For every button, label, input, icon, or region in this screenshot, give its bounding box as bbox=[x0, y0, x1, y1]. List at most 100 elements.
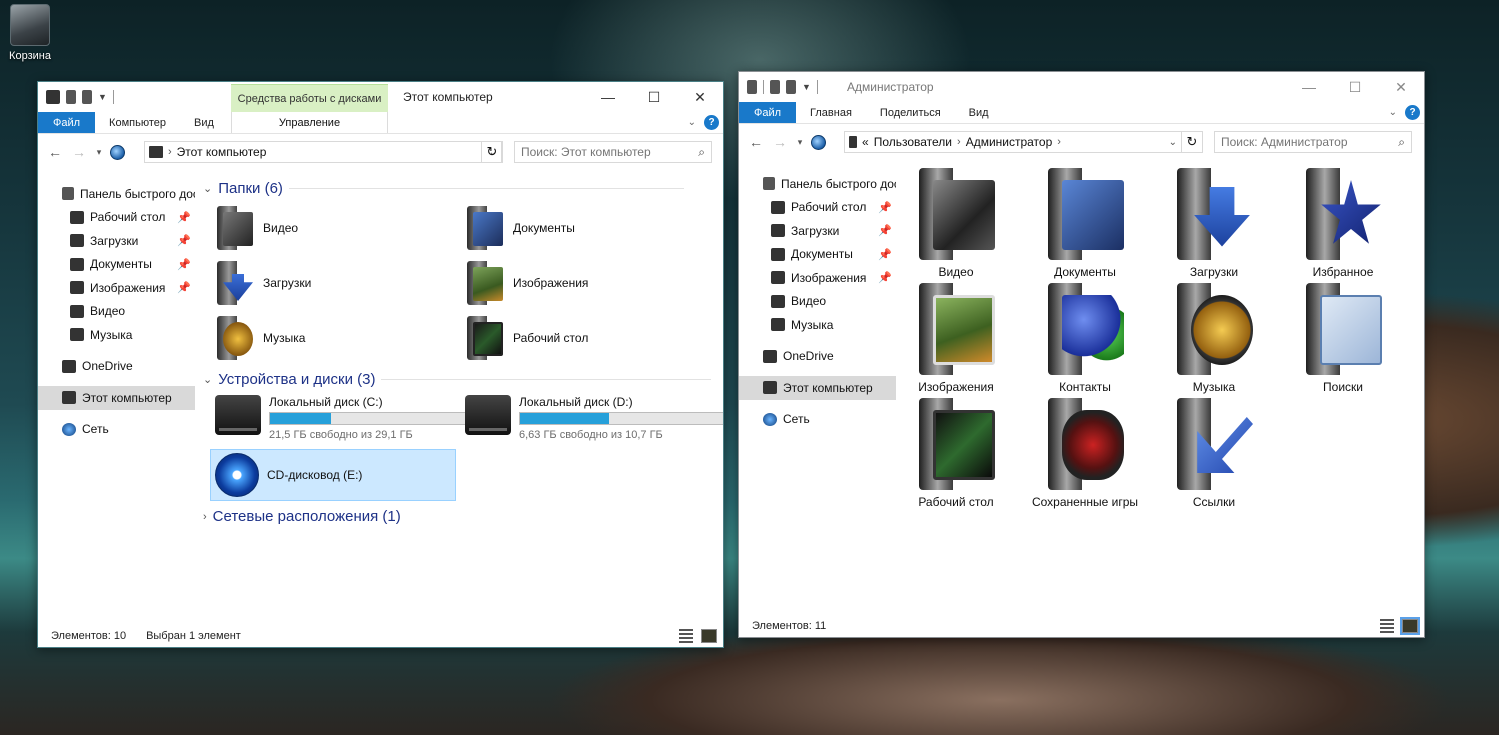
collapse-chevron-icon[interactable]: ⌄ bbox=[203, 182, 212, 195]
refresh-button[interactable]: ↻ bbox=[481, 141, 503, 163]
maximize-button[interactable]: ☐ bbox=[631, 82, 677, 112]
search-box[interactable]: ⌕ bbox=[1214, 131, 1412, 153]
breadcrumb-chevron-icon[interactable]: › bbox=[168, 146, 172, 158]
nav-onedrive[interactable]: OneDrive bbox=[739, 345, 896, 369]
nav-videos[interactable]: Видео bbox=[38, 300, 195, 324]
search-input[interactable] bbox=[521, 145, 699, 159]
grid-item-saved-games[interactable]: Сохраненные игры bbox=[1025, 398, 1145, 509]
collapse-chevron-icon[interactable]: ⌄ bbox=[203, 373, 212, 386]
search-icon[interactable]: ⌕ bbox=[698, 145, 705, 160]
nav-onedrive[interactable]: OneDrive bbox=[38, 355, 195, 379]
tab-manage[interactable]: Управление bbox=[231, 112, 388, 133]
nav-documents[interactable]: Документы 📌 bbox=[739, 243, 896, 267]
folder-item-downloads[interactable]: Загрузки bbox=[215, 261, 311, 305]
minimize-button[interactable]: — bbox=[585, 82, 631, 112]
search-icon[interactable]: ⌕ bbox=[1398, 135, 1405, 150]
grid-item-contacts[interactable]: Контакты bbox=[1025, 283, 1145, 394]
group-header-devices[interactable]: ⌄ Устройства и диски (3) bbox=[203, 371, 712, 388]
folder-item-pictures[interactable]: Изображения bbox=[465, 261, 588, 305]
nav-network[interactable]: Сеть bbox=[739, 408, 896, 432]
grid-item-documents[interactable]: Документы bbox=[1025, 168, 1145, 279]
folder-item-documents[interactable]: Документы bbox=[465, 206, 575, 250]
details-view-icon[interactable] bbox=[1380, 619, 1394, 633]
nav-network[interactable]: Сеть bbox=[38, 418, 195, 442]
new-folder-icon[interactable] bbox=[82, 90, 92, 104]
large-icons-view-icon[interactable] bbox=[1400, 617, 1420, 635]
nav-music[interactable]: Музыка bbox=[38, 323, 195, 347]
breadcrumb-users[interactable]: Пользователи bbox=[874, 135, 952, 149]
group-header-network[interactable]: › Сетевые расположения (1) bbox=[203, 508, 407, 525]
grid-item-favorites[interactable]: Избранное bbox=[1283, 168, 1403, 279]
recent-locations-chevron-icon[interactable]: ▾ bbox=[94, 147, 104, 158]
properties-icon[interactable] bbox=[66, 90, 76, 104]
large-icons-view-icon[interactable] bbox=[701, 629, 717, 643]
breadcrumb-chevron-icon[interactable]: › bbox=[1057, 136, 1061, 148]
help-icon[interactable]: ? bbox=[1405, 105, 1420, 120]
folder-item-desktop[interactable]: Рабочий стол bbox=[465, 316, 588, 360]
breadcrumb-overflow[interactable]: « bbox=[862, 135, 869, 149]
nav-this-pc[interactable]: Этот компьютер bbox=[739, 376, 896, 400]
tab-share[interactable]: Поделиться bbox=[866, 102, 955, 123]
address-history-chevron-icon[interactable]: ⌄ bbox=[1169, 137, 1177, 148]
nav-desktop[interactable]: Рабочий стол 📌 bbox=[38, 206, 195, 230]
refresh-button[interactable]: ↻ bbox=[1181, 131, 1203, 153]
nav-this-pc[interactable]: Этот компьютер bbox=[38, 386, 195, 410]
new-folder-icon[interactable] bbox=[786, 80, 796, 94]
expand-ribbon-chevron-icon[interactable]: ⌄ bbox=[688, 117, 696, 128]
title-bar[interactable]: ▼ Средства работы с дисками Этот компьют… bbox=[38, 82, 723, 112]
forward-arrow-icon[interactable]: → bbox=[70, 144, 88, 160]
close-button[interactable]: ✕ bbox=[677, 82, 723, 112]
back-arrow-icon[interactable]: ← bbox=[747, 134, 765, 150]
close-button[interactable]: ✕ bbox=[1378, 72, 1424, 102]
breadcrumb-chevron-icon[interactable]: › bbox=[957, 136, 961, 148]
nav-pictures[interactable]: Изображения 📌 bbox=[38, 276, 195, 300]
breadcrumb-administrator[interactable]: Администратор bbox=[966, 135, 1053, 149]
nav-documents[interactable]: Документы 📌 bbox=[38, 253, 195, 277]
address-bar[interactable]: › Этот компьютер ⌄ bbox=[144, 141, 502, 163]
grid-item-videos[interactable]: Видео bbox=[896, 168, 1016, 279]
nav-music[interactable]: Музыка bbox=[739, 313, 896, 337]
properties-icon[interactable] bbox=[770, 80, 780, 94]
search-box[interactable]: ⌕ bbox=[514, 141, 712, 163]
nav-downloads[interactable]: Загрузки 📌 bbox=[38, 229, 195, 253]
tab-view[interactable]: Вид bbox=[180, 112, 228, 133]
search-input[interactable] bbox=[1221, 135, 1399, 149]
up-level-icon[interactable] bbox=[110, 144, 125, 160]
customize-toolbar-chevron-icon[interactable]: ▼ bbox=[98, 92, 107, 102]
maximize-button[interactable]: ☐ bbox=[1332, 72, 1378, 102]
tab-view[interactable]: Вид bbox=[955, 102, 1003, 123]
nav-downloads[interactable]: Загрузки 📌 bbox=[739, 219, 896, 243]
tab-computer[interactable]: Компьютер bbox=[95, 112, 180, 133]
up-level-icon[interactable] bbox=[811, 134, 826, 150]
expand-chevron-icon[interactable]: › bbox=[203, 511, 207, 523]
grid-item-music[interactable]: Музыка bbox=[1154, 283, 1274, 394]
drive-item-d[interactable]: Локальный диск (D:) 6,63 ГБ свободно из … bbox=[465, 395, 723, 441]
customize-toolbar-chevron-icon[interactable]: ▼ bbox=[802, 82, 811, 92]
details-view-icon[interactable] bbox=[679, 629, 693, 643]
grid-item-links[interactable]: Ссылки bbox=[1154, 398, 1274, 509]
drive-item-c[interactable]: Локальный диск (C:) 21,5 ГБ свободно из … bbox=[215, 395, 504, 441]
tab-file[interactable]: Файл bbox=[38, 112, 96, 133]
nav-pictures[interactable]: Изображения 📌 bbox=[739, 266, 896, 290]
grid-item-searches[interactable]: Поиски bbox=[1283, 283, 1403, 394]
group-header-folders[interactable]: ⌄ Папки (6) bbox=[203, 180, 684, 197]
nav-quick-access[interactable]: Панель быстрого доступа bbox=[38, 182, 195, 206]
drive-item-cd-e[interactable]: CD-дисковод (E:) bbox=[210, 449, 456, 501]
nav-quick-access[interactable]: Панель быстрого доступа bbox=[739, 172, 896, 196]
nav-videos[interactable]: Видео bbox=[739, 290, 896, 314]
help-icon[interactable]: ? bbox=[704, 115, 719, 130]
nav-desktop[interactable]: Рабочий стол 📌 bbox=[739, 196, 896, 220]
title-bar[interactable]: ▼ Администратор — ☐ ✕ bbox=[739, 72, 1424, 102]
folder-item-videos[interactable]: Видео bbox=[215, 206, 298, 250]
tab-file[interactable]: Файл bbox=[739, 102, 797, 123]
grid-item-pictures[interactable]: Изображения bbox=[896, 283, 1016, 394]
grid-item-downloads[interactable]: Загрузки bbox=[1154, 168, 1274, 279]
grid-item-desktop[interactable]: Рабочий стол bbox=[896, 398, 1016, 509]
back-arrow-icon[interactable]: ← bbox=[46, 144, 64, 160]
minimize-button[interactable]: — bbox=[1286, 72, 1332, 102]
recycle-bin-desktop-icon[interactable]: Корзина bbox=[2, 4, 58, 62]
breadcrumb-this-pc[interactable]: Этот компьютер bbox=[177, 145, 267, 159]
forward-arrow-icon[interactable]: → bbox=[771, 134, 789, 150]
expand-ribbon-chevron-icon[interactable]: ⌄ bbox=[1389, 107, 1397, 118]
address-bar[interactable]: « Пользователи › Администратор › ⌄ bbox=[844, 131, 1182, 153]
